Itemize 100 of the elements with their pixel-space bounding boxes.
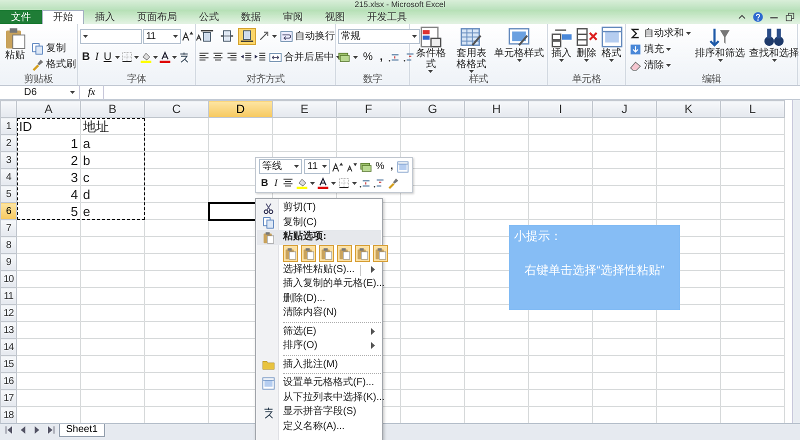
outdent-icon[interactable]	[240, 51, 252, 63]
caret-icon[interactable]	[172, 56, 177, 58]
caret-icon[interactable]	[609, 59, 614, 62]
column-header[interactable]: I	[528, 100, 592, 118]
menu-item[interactable]: 筛选(E)	[257, 324, 381, 339]
fill-color-icon[interactable]	[296, 177, 308, 190]
last-sheet-icon[interactable]	[45, 424, 57, 436]
fill-color-icon[interactable]	[140, 51, 152, 63]
caret-icon[interactable]	[666, 64, 671, 67]
row-header[interactable]: 13	[0, 322, 16, 338]
currency-icon[interactable]	[338, 51, 350, 63]
row-header[interactable]: 3	[0, 152, 16, 168]
increase-decimal-icon[interactable]	[358, 177, 371, 190]
column-header[interactable]: H	[464, 100, 528, 118]
font-color-icon[interactable]	[158, 51, 171, 63]
menu-item[interactable]: 设置单元格格式(F)...	[257, 376, 381, 390]
shrink-font-icon[interactable]	[346, 160, 358, 173]
bold-button[interactable]: B	[80, 50, 92, 64]
caret-icon[interactable]	[353, 56, 358, 58]
wrap-text-button[interactable]: 自动换行	[279, 28, 336, 44]
increase-decimal-icon[interactable]	[388, 51, 400, 63]
caret-icon[interactable]	[559, 59, 564, 62]
row-header[interactable]: 9	[0, 254, 16, 270]
menu-item[interactable]: 插入批注(M)	[257, 358, 381, 372]
vertical-scrollbar[interactable]	[792, 100, 800, 423]
comma-button[interactable]: ,	[378, 50, 385, 64]
row-header[interactable]: 14	[0, 338, 16, 356]
underline-button[interactable]: U	[102, 50, 114, 64]
border-icon[interactable]	[120, 51, 133, 63]
column-header[interactable]: G	[400, 100, 464, 118]
caret-icon[interactable]	[322, 165, 328, 168]
sort-filter-button[interactable]: 排序和筛选	[694, 26, 746, 62]
caret-icon[interactable]	[294, 165, 300, 168]
caret-icon[interactable]	[772, 59, 776, 62]
caret-icon[interactable]	[272, 34, 277, 38]
row-header[interactable]: 12	[0, 304, 16, 322]
column-header[interactable]: K	[656, 100, 720, 118]
row-header[interactable]: 5	[0, 186, 16, 202]
menu-item[interactable]: 显示拼音字段(S)	[257, 405, 381, 420]
paste-option-button[interactable]	[319, 245, 334, 262]
ribbon-tab[interactable]: 审阅	[272, 10, 314, 24]
first-sheet-icon[interactable]	[3, 424, 15, 436]
caret-icon[interactable]	[114, 56, 120, 58]
italic-button[interactable]: I	[92, 50, 101, 64]
caret-icon[interactable]	[428, 70, 434, 73]
autosum-button[interactable]: 自动求和	[628, 26, 692, 41]
ribbon-tab[interactable]: 页面布局	[126, 10, 188, 24]
currency-icon[interactable]	[360, 160, 372, 173]
ribbon-tab[interactable]: 公式	[188, 10, 230, 24]
paste-option-button[interactable]	[301, 245, 316, 262]
percent-button[interactable]: %	[361, 50, 375, 64]
ribbon-tab[interactable]: 插入	[84, 10, 126, 24]
row-header[interactable]: 16	[0, 372, 16, 390]
sheet-tab[interactable]: Sheet1	[59, 424, 105, 437]
menu-item[interactable]: 选择性粘贴(S)...	[257, 262, 381, 277]
align-center-icon[interactable]	[282, 177, 294, 190]
row-header[interactable]: 2	[0, 134, 16, 152]
grow-font-icon[interactable]	[332, 160, 344, 173]
caret-icon[interactable]	[468, 70, 474, 73]
fill-button[interactable]: 填充	[628, 42, 692, 57]
align-right-icon[interactable]	[226, 51, 238, 63]
restore-icon[interactable]	[784, 11, 796, 23]
vertical-align-button[interactable]	[238, 28, 256, 44]
menu-item[interactable]: 删除(D)...	[257, 292, 381, 306]
format-button[interactable]: 格式	[600, 26, 622, 62]
insert-function-button[interactable]: fx	[84, 86, 100, 98]
delete-button[interactable]: 删除	[576, 26, 598, 62]
row-header[interactable]: 10	[0, 270, 16, 288]
format-painter-button[interactable]: 格式刷	[30, 57, 77, 72]
paste-option-button[interactable]	[283, 245, 298, 262]
align-left-icon[interactable]	[198, 51, 210, 63]
row-header[interactable]: 7	[0, 220, 16, 236]
row-header[interactable]: 18	[0, 406, 16, 423]
row-header[interactable]: 1	[0, 118, 16, 134]
ribbon-tab[interactable]: 数据	[230, 10, 272, 24]
row-header[interactable]: 8	[0, 236, 16, 254]
table-format-button[interactable]: 套用表格格式	[452, 26, 491, 73]
menu-item[interactable]: 定义名称(A)...	[257, 420, 381, 434]
column-header[interactable]: A	[16, 100, 80, 118]
font-color-icon[interactable]	[316, 177, 329, 190]
phonetic-icon[interactable]	[178, 51, 190, 63]
vertical-align-button[interactable]	[218, 28, 236, 44]
caret-icon[interactable]	[152, 56, 158, 58]
caret-icon[interactable]	[666, 48, 671, 51]
menu-item[interactable]: 复制(C)	[257, 216, 381, 230]
paste-option-button[interactable]	[373, 245, 388, 262]
number-format-field[interactable]: 常规	[338, 28, 420, 44]
row-header[interactable]: 15	[0, 356, 16, 372]
vertical-align-button[interactable]	[198, 28, 216, 44]
menu-item[interactable]: 清除内容(N)	[257, 306, 381, 320]
name-box[interactable]: D6	[0, 86, 80, 99]
row-header[interactable]: 6	[0, 202, 16, 220]
menu-item[interactable]: 剪切(T)	[257, 201, 381, 216]
caret-icon[interactable]	[686, 32, 691, 35]
font-size-field[interactable]: 11	[143, 28, 181, 44]
decrease-decimal-icon[interactable]	[402, 51, 415, 63]
align-center-icon[interactable]	[212, 51, 224, 63]
ribbon-tab[interactable]: 视图	[314, 10, 356, 24]
grow-font-icon[interactable]	[182, 30, 194, 42]
ribbon-tab[interactable]: 文件	[0, 10, 42, 24]
